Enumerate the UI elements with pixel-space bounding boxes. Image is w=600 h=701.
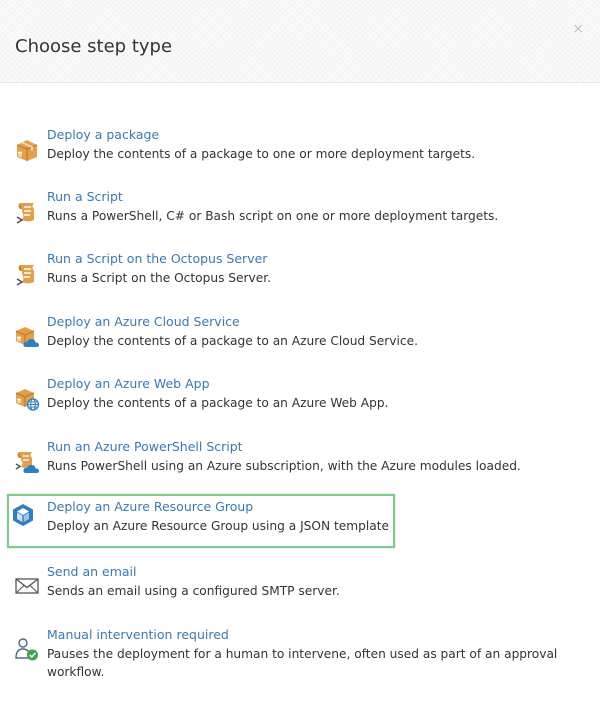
step-description: Runs a PowerShell, C# or Bash script on … xyxy=(47,209,499,223)
step-run-azure-powershell-script[interactable]: Run an Azure PowerShell Script Runs Powe… xyxy=(10,439,521,493)
step-deploy-azure-web-app[interactable]: Deploy an Azure Web App Deploy the conte… xyxy=(10,376,390,430)
script-server-icon xyxy=(14,260,40,286)
step-send-email[interactable]: Send an email Sends an email using a con… xyxy=(10,564,390,618)
step-name[interactable]: Run a Script on the Octopus Server xyxy=(47,251,267,266)
step-name[interactable]: Send an email xyxy=(47,564,136,579)
step-name[interactable]: Deploy an Azure Web App xyxy=(47,376,210,391)
step-run-script-octopus-server[interactable]: Run a Script on the Octopus Server Runs … xyxy=(10,251,390,305)
step-deploy-azure-resource-group[interactable]: Deploy an Azure Resource Group Deploy an… xyxy=(7,494,395,548)
step-deploy-azure-cloud-service[interactable]: Deploy an Azure Cloud Service Deploy the… xyxy=(10,314,418,368)
step-description: Deploy the contents of a package to one … xyxy=(47,147,476,161)
package-icon xyxy=(14,136,40,162)
azure-cloud-service-icon xyxy=(14,323,40,349)
azure-powershell-icon xyxy=(14,448,40,474)
email-icon xyxy=(14,573,40,599)
step-deploy-package[interactable]: Deploy a package Deploy the contents of … xyxy=(10,127,475,181)
script-icon xyxy=(14,198,40,224)
step-name[interactable]: Run a Script xyxy=(47,189,123,204)
step-description: Runs a Script on the Octopus Server. xyxy=(47,271,272,285)
choose-step-type-dialog: Choose step type × Deploy a package Depl… xyxy=(0,0,600,701)
azure-resource-group-icon xyxy=(10,502,36,528)
step-name[interactable]: Deploy an Azure Resource Group xyxy=(47,499,253,514)
step-manual-intervention[interactable]: Manual intervention required Pauses the … xyxy=(10,627,557,699)
step-description: Deploy the contents of a package to an A… xyxy=(47,396,389,410)
step-description: Sends an email using a configured SMTP s… xyxy=(47,584,340,598)
step-description: Deploy an Azure Resource Group using a J… xyxy=(47,519,389,533)
step-name[interactable]: Deploy a package xyxy=(47,127,159,142)
step-name[interactable]: Deploy an Azure Cloud Service xyxy=(47,314,240,329)
step-description: Deploy the contents of a package to an A… xyxy=(47,334,418,348)
step-name[interactable]: Run an Azure PowerShell Script xyxy=(47,439,243,454)
step-description: Runs PowerShell using an Azure subscript… xyxy=(47,459,521,473)
dialog-title: Choose step type xyxy=(15,36,173,57)
close-icon[interactable]: × xyxy=(572,22,584,36)
step-name[interactable]: Manual intervention required xyxy=(47,627,229,642)
azure-web-app-icon xyxy=(14,385,40,411)
manual-intervention-icon xyxy=(14,636,40,662)
step-description: Pauses the deployment for a human to int… xyxy=(47,647,558,679)
dialog-header: Choose step type × xyxy=(0,0,600,83)
step-run-script[interactable]: Run a Script Runs a PowerShell, C# or Ba… xyxy=(10,189,498,243)
